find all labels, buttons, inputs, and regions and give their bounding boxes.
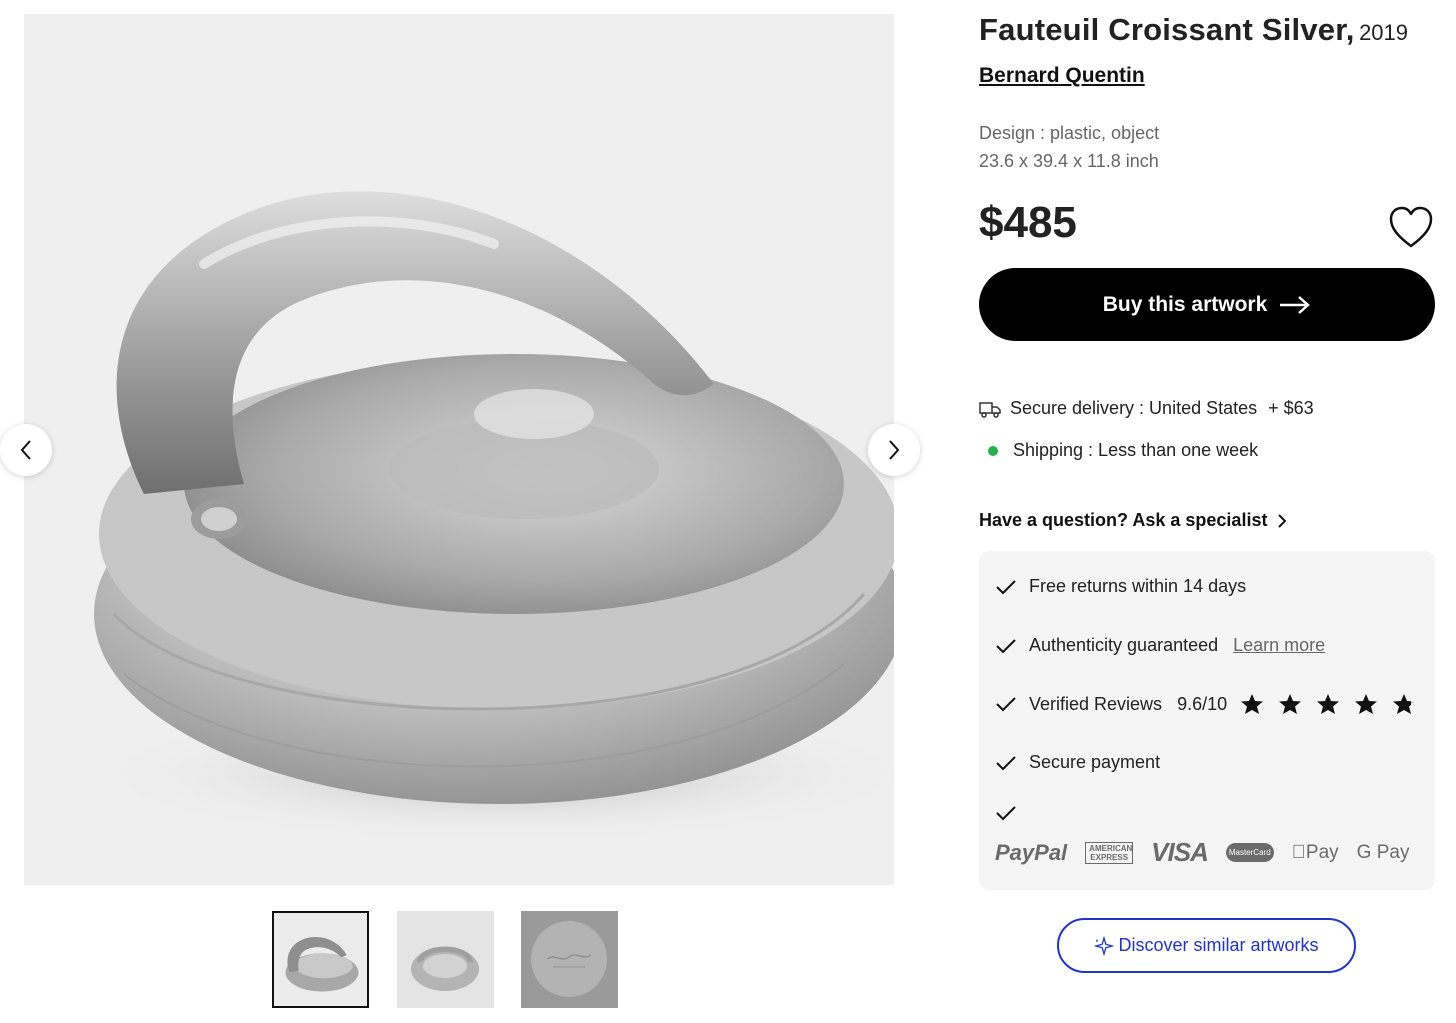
previous-image-button[interactable]	[0, 424, 52, 476]
rating-stars	[1240, 693, 1428, 715]
chevron-left-icon	[20, 440, 31, 460]
reviews-label: Verified Reviews	[1029, 693, 1163, 714]
ask-specialist-link[interactable]: Have a question? Ask a specialist	[979, 510, 1287, 531]
star-icon	[1241, 694, 1264, 714]
learn-more-link[interactable]: Learn more	[1233, 635, 1325, 656]
product-year: 2019	[1359, 20, 1409, 45]
amex-logo: AMERICAN EXPRESS	[1085, 841, 1134, 864]
thumbnail-signature-image	[521, 911, 618, 1008]
apple-pay-label: Pay	[1291, 841, 1339, 863]
star-icon	[1317, 694, 1340, 714]
thumbnail-chair-side-image	[274, 913, 367, 1006]
check-icon	[996, 638, 1016, 653]
delivery-cost: + $63	[1268, 398, 1314, 418]
heart-icon[interactable]	[1388, 206, 1434, 250]
reviews-score: 9.6/10	[1177, 693, 1228, 714]
status-dot	[988, 445, 998, 456]
product-design: Design : plastic, object	[979, 123, 1160, 143]
returns-label: Free returns within 14 days	[1029, 576, 1247, 596]
secure-payment-label: Secure payment	[1029, 752, 1161, 772]
artist-link[interactable]: Bernard Quentin	[979, 64, 1145, 88]
guarantee-reviews: Verified Reviews 9.6/10	[995, 693, 1428, 715]
check-icon	[996, 579, 1016, 594]
guarantee-secure-payment: Secure payment	[995, 752, 1160, 773]
thumbnail-chair-front-image	[397, 911, 494, 1008]
authenticity-label: Authenticity guaranteed	[1029, 635, 1219, 655]
product-price: $485	[979, 198, 1077, 247]
sparkle-icon	[1094, 935, 1115, 956]
visa-logo: VISA	[1151, 837, 1209, 867]
guarantee-authenticity: Authenticity guaranteed Learn more	[995, 635, 1325, 656]
truck-icon	[979, 401, 1001, 418]
buy-artwork-button[interactable]: Buy this artwork	[979, 268, 1435, 341]
buy-artwork-label: Buy this artwork	[1102, 292, 1268, 316]
secure-delivery-line: Secure delivery : United States + $63	[979, 398, 1314, 419]
main-product-image[interactable]	[24, 14, 894, 885]
apple-icon: 	[1292, 842, 1306, 863]
thumbnail-2[interactable]	[397, 911, 494, 1008]
check-icon	[996, 697, 1016, 712]
ask-specialist-label: Have a question? Ask a specialist	[979, 510, 1268, 530]
product-title: Fauteuil Croissant Silver,	[979, 12, 1355, 47]
product-title-row: Fauteuil Croissant Silver, 2019	[979, 12, 1408, 48]
discover-similar-label: Discover similar artworks	[1118, 935, 1319, 955]
delivery-label: Secure delivery : United States	[1010, 398, 1258, 418]
shipping-time-line: Shipping : Less than one week	[979, 440, 1258, 461]
chevron-right-icon	[889, 440, 900, 460]
mastercard-logo: MasterCard	[1225, 843, 1274, 862]
arrow-right-icon	[1280, 295, 1311, 314]
star-icon	[1355, 694, 1378, 714]
check-icon	[996, 806, 1016, 821]
payment-check	[995, 805, 1029, 821]
apple-pay-logo: Pay	[1292, 842, 1339, 864]
check-icon	[996, 755, 1016, 770]
google-pay-logo: G Pay	[1342, 841, 1410, 863]
guarantee-returns: Free returns within 14 days	[995, 576, 1246, 597]
inflatable-chair-illustration	[84, 191, 894, 844]
paypal-logo: PayPal	[995, 839, 1068, 865]
payment-logos: PayPal AMERICAN EXPRESS VISA MasterCard …	[995, 837, 1409, 868]
chevron-right-icon	[1278, 513, 1287, 528]
thumbnail-1[interactable]	[272, 911, 369, 1008]
star-icon	[1279, 694, 1302, 714]
thumbnail-3[interactable]	[521, 911, 618, 1008]
discover-similar-button[interactable]: Discover similar artworks	[1057, 918, 1356, 973]
product-dimensions: 23.6 x 39.4 x 11.8 inch	[979, 151, 1159, 171]
shipping-time: Shipping : Less than one week	[1013, 440, 1259, 460]
star-half-icon	[1393, 694, 1416, 714]
next-image-button[interactable]	[868, 424, 920, 476]
guarantees-panel: Free returns within 14 days Authenticity…	[979, 551, 1435, 890]
